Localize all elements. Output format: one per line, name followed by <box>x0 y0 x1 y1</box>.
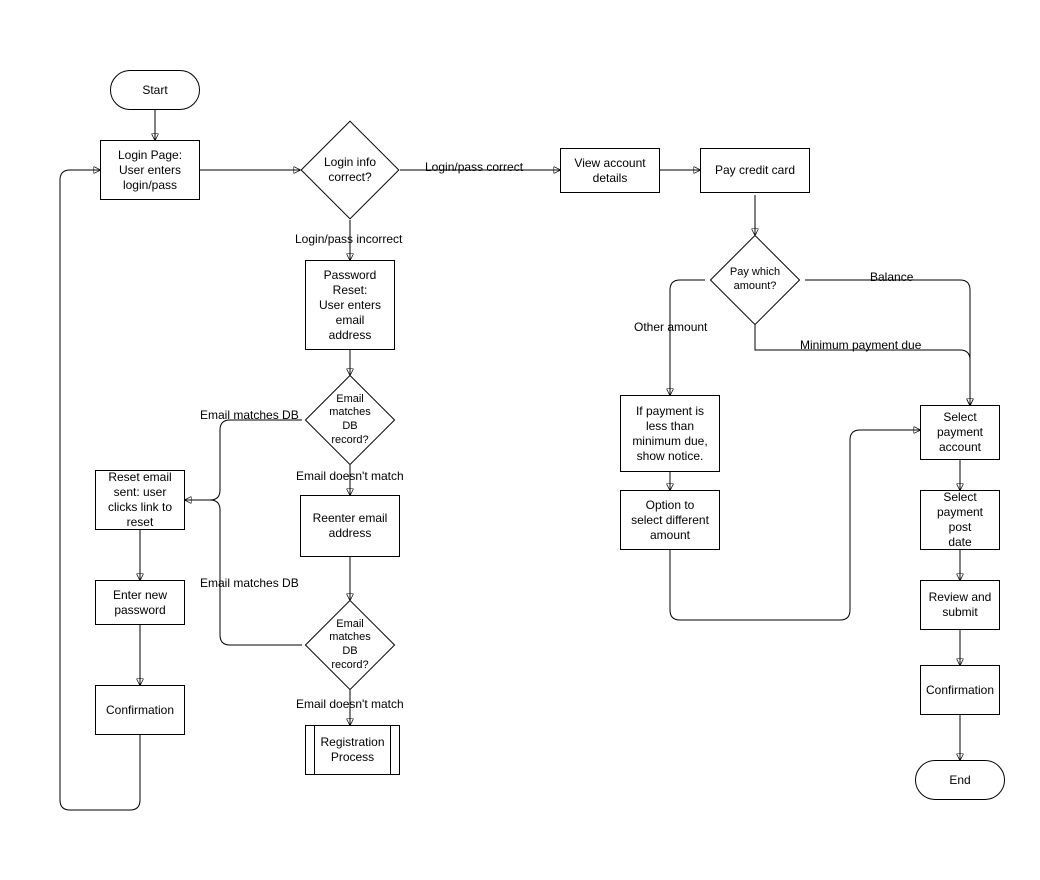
enter-new-pw-label: Enter new password <box>113 588 167 618</box>
login-decision-node: Login info correct? <box>315 135 385 205</box>
edge-balance: Balance <box>870 270 913 284</box>
login-decision-label: Login info correct? <box>324 155 376 185</box>
edge-min-due: Minimum payment due <box>800 338 921 352</box>
option-diff-label: Option to select different amount <box>631 498 709 543</box>
confirmation-left-label: Confirmation <box>106 703 174 718</box>
confirmation-left-node: Confirmation <box>95 685 185 735</box>
select-post-date-label: Select payment post date <box>925 490 995 550</box>
select-post-date-node: Select payment post date <box>920 490 1000 550</box>
pay-card-label: Pay credit card <box>715 163 795 178</box>
edge-other-amount: Other amount <box>634 320 707 334</box>
select-pay-acct-label: Select payment account <box>937 410 983 455</box>
edge-login-correct: Login/pass correct <box>425 160 523 174</box>
edges-layer <box>0 0 1040 880</box>
pay-which-node: Pay which amount? <box>723 248 787 312</box>
reset-email-node: Reset email sent: user clicks link to re… <box>95 470 185 530</box>
reenter-email-label: Reenter email address <box>313 511 388 541</box>
select-pay-acct-node: Select payment account <box>920 405 1000 460</box>
registration-node: Registration Process <box>305 725 400 775</box>
enter-new-pw-node: Enter new password <box>95 580 185 625</box>
notice-min-node: If payment is less than minimum due, sho… <box>620 395 720 472</box>
confirmation-right-node: Confirmation <box>920 665 1000 715</box>
review-submit-label: Review and submit <box>929 590 992 620</box>
edge-email-matches1: Email matches DB <box>200 408 299 422</box>
start-label: Start <box>142 83 167 98</box>
pay-which-label: Pay which amount? <box>730 266 780 294</box>
password-reset-node: Password Reset: User enters email addres… <box>305 260 395 350</box>
option-diff-node: Option to select different amount <box>620 490 720 550</box>
login-page-label: Login Page: User enters login/pass <box>118 148 182 193</box>
end-node: End <box>915 760 1005 800</box>
pay-card-node: Pay credit card <box>700 148 810 193</box>
login-page-node: Login Page: User enters login/pass <box>100 140 200 200</box>
reenter-email-node: Reenter email address <box>300 495 400 557</box>
start-node: Start <box>110 70 200 110</box>
edge-login-incorrect: Login/pass incorrect <box>295 232 402 246</box>
reset-email-label: Reset email sent: user clicks link to re… <box>108 470 172 530</box>
registration-label: Registration Process <box>320 735 384 765</box>
flowchart-canvas: Start End Login Page: User enters login/… <box>0 0 1040 880</box>
review-submit-node: Review and submit <box>920 580 1000 630</box>
view-account-label: View account details <box>574 156 645 186</box>
edge-email-nomatch1: Email doesn't match <box>296 469 404 483</box>
password-reset-label: Password Reset: User enters email addres… <box>319 268 381 343</box>
edge-email-matches2: Email matches DB <box>200 576 299 590</box>
email-match2-label: Email matches DB record? <box>324 618 376 673</box>
notice-min-label: If payment is less than minimum due, sho… <box>632 404 707 464</box>
end-label: End <box>949 773 970 788</box>
view-account-node: View account details <box>560 148 660 193</box>
email-match2-node: Email matches DB record? <box>318 613 382 677</box>
confirmation-right-label: Confirmation <box>926 683 994 698</box>
edge-email-nomatch2: Email doesn't match <box>296 697 404 711</box>
email-match1-node: Email matches DB record? <box>318 388 382 452</box>
email-match1-label: Email matches DB record? <box>324 393 376 448</box>
